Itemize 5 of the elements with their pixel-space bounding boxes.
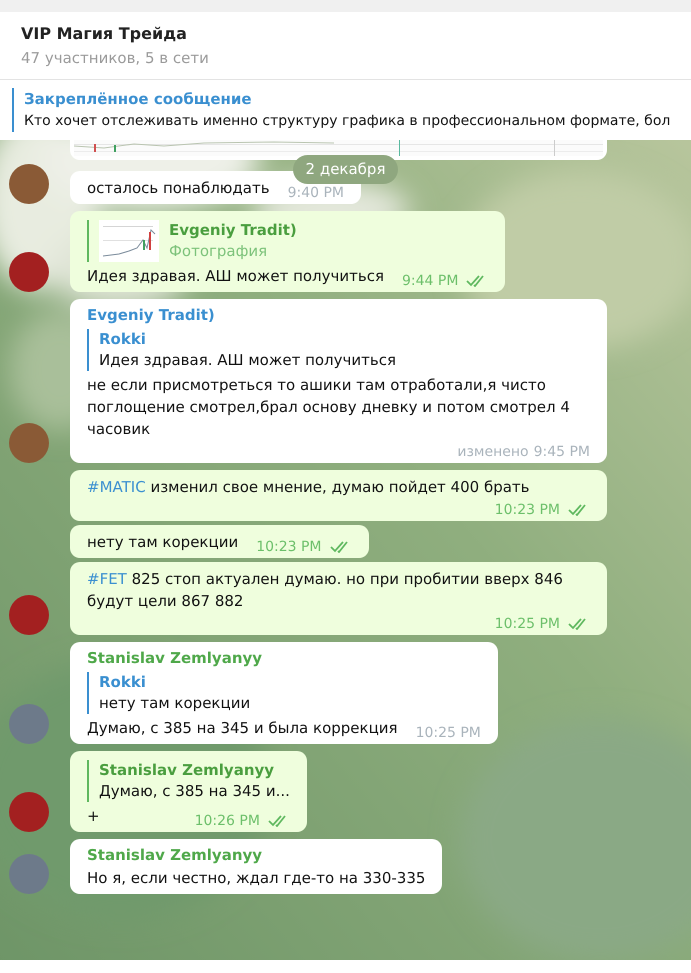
pinned-label: Закреплённое сообщение: [24, 89, 253, 110]
member-count: 47 участников, 5 в сети: [21, 48, 210, 69]
pinned-text: Кто хочет отслеживать именно структуру графика в профессиональном формате, бол: [24, 112, 670, 131]
window-title: VIP Магия Трейда: [21, 23, 188, 45]
pinned-message[interactable]: Закреплённое сообщение Кто хочет отслеживать именно структуру графика в профессиональном формате, бол: [0, 80, 691, 140]
